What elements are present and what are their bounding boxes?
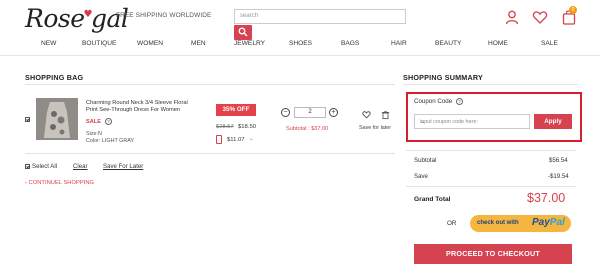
sale-help-icon[interactable]: ?	[105, 118, 112, 125]
discount-badge: 35% OFF	[216, 104, 256, 116]
product-name[interactable]: Charming Round Neck 3/4 Sleeve Floral Pr…	[86, 100, 191, 115]
shopping-summary-title: SHOPPING SUMMARY	[403, 73, 484, 82]
coupon-divider	[406, 150, 576, 151]
chevron-down-icon[interactable]: ⌄	[420, 118, 525, 125]
paypal-logo: PayPal	[532, 217, 565, 228]
coupon-code-input[interactable]: input coupon code here: ⌄	[414, 114, 530, 129]
sale-label: SALE	[86, 119, 101, 125]
search-input[interactable]: search	[234, 9, 406, 24]
item-checkbox[interactable]	[25, 117, 30, 122]
site-logo[interactable]: Rose♥gal	[25, 4, 129, 33]
continue-shopping-link[interactable]: ‹ CONTINUEL SHOPPING	[25, 180, 94, 186]
search-icon	[238, 27, 248, 37]
product-color: Color: LIGHT GRAY	[86, 138, 135, 144]
app-phone-icon	[216, 135, 222, 144]
app-price: $11.07	[227, 137, 245, 143]
item-subtotal: Subtotal : $37.00	[286, 126, 329, 132]
subtotal-label: Subtotal	[414, 157, 437, 164]
summary-divider	[403, 84, 578, 85]
nav-item-men[interactable]: MEN	[191, 40, 206, 47]
nav-item-boutique[interactable]: BOUTIQUE	[82, 40, 116, 47]
select-all-label[interactable]: Select All	[32, 163, 57, 170]
nav-item-new[interactable]: NEW	[41, 40, 56, 47]
apply-coupon-button[interactable]: Apply	[534, 114, 572, 129]
user-icon[interactable]	[504, 9, 520, 25]
search-placeholder: search	[240, 13, 259, 19]
dress-image	[36, 98, 78, 140]
search-button[interactable]	[234, 25, 252, 40]
subtotal-value: $56.54	[549, 157, 568, 164]
free-shipping-banner: FREE SHIPPING WORLDWIDE	[116, 12, 212, 19]
save-value: -$19.54	[548, 173, 569, 180]
product-size: Size:N	[86, 131, 102, 137]
nav-item-sale[interactable]: SALE	[541, 40, 558, 47]
quantity-increase-button[interactable]: +	[329, 108, 338, 117]
grand-total-label: Grand Total	[414, 196, 451, 203]
nav-item-jewelry[interactable]: JEWELRY	[234, 40, 265, 47]
grand-total-value: $37.00	[527, 191, 566, 205]
product-thumbnail[interactable]	[36, 98, 78, 140]
save-label: Save	[414, 173, 428, 180]
paypal-prefix: check out with	[477, 219, 519, 226]
site-header: Rose♥gal FREE SHIPPING WORLDWIDE search …	[0, 0, 600, 56]
sale-price: $18.50	[238, 124, 257, 130]
nav-item-shoes[interactable]: SHOES	[289, 40, 312, 47]
nav-item-beauty[interactable]: BEAUTY	[435, 40, 461, 47]
total-divider	[406, 186, 576, 187]
main-nav: NEW BOUTIQUE WOMEN MEN JEWELRY SHOES BAG…	[0, 40, 600, 51]
chevron-down-icon[interactable]: ⌄	[249, 136, 254, 142]
select-all-checkbox[interactable]	[25, 164, 30, 169]
nav-item-hair[interactable]: HAIR	[391, 40, 407, 47]
item-save-for-later[interactable]: Save for later	[359, 125, 391, 131]
trash-icon[interactable]	[381, 110, 390, 120]
paypal-checkout-button[interactable]: check out with PayPal	[470, 215, 571, 232]
original-price: $28.57	[216, 124, 234, 130]
wishlist-heart-icon[interactable]	[532, 9, 548, 25]
proceed-to-checkout-button[interactable]: PROCEED TO CHECKOUT	[414, 244, 572, 264]
or-label: OR	[447, 220, 457, 227]
shopping-bag-title: SHOPPING BAG	[25, 73, 84, 82]
nav-item-home[interactable]: HOME	[488, 40, 508, 47]
cart-count-badge: 0	[569, 6, 577, 14]
save-for-later-link[interactable]: Save For Later	[103, 163, 143, 170]
nav-item-women[interactable]: WOMEN	[137, 40, 163, 47]
coupon-help-icon[interactable]: ?	[456, 98, 463, 105]
quantity-input[interactable]: 2	[294, 107, 326, 118]
quantity-decrease-button[interactable]: −	[281, 108, 290, 117]
heart-icon[interactable]	[362, 110, 371, 119]
clear-link[interactable]: Clear	[73, 163, 88, 170]
coupon-code-label: Coupon Code	[414, 98, 453, 105]
item-divider	[25, 153, 395, 154]
nav-item-bags[interactable]: BAGS	[341, 40, 359, 47]
bag-divider	[25, 84, 395, 85]
